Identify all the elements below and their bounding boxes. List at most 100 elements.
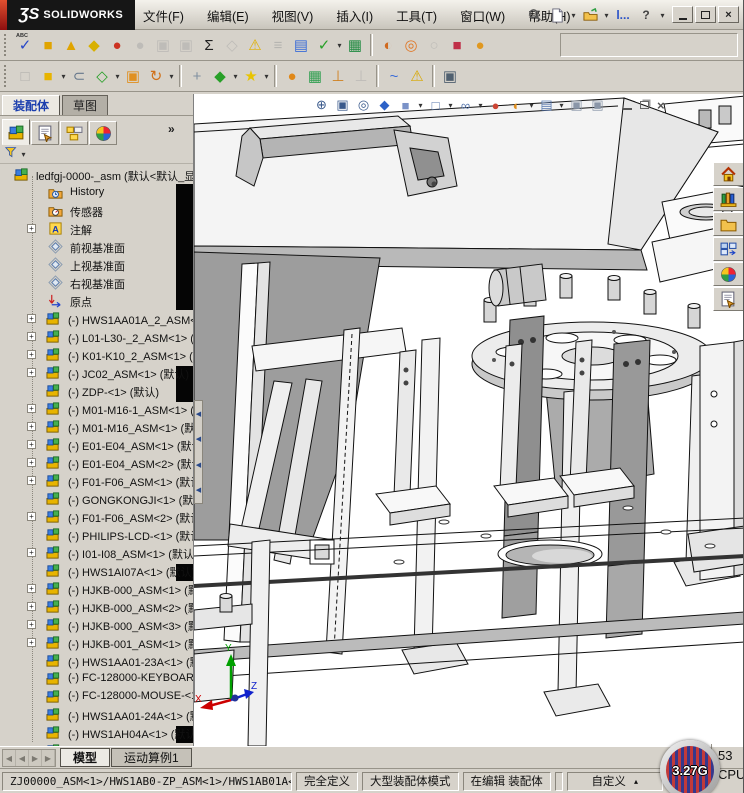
previous-view-icon[interactable]: ◎ bbox=[354, 96, 373, 114]
view-orientation-icon[interactable]: ■ bbox=[396, 96, 415, 114]
tree-item[interactable]: + A 注解 bbox=[0, 220, 193, 238]
mate-icon-dropdown[interactable]: ▾ bbox=[114, 72, 121, 81]
appearances-icon[interactable]: ● bbox=[469, 33, 491, 58]
zoom-to-area-icon[interactable]: ▣ bbox=[333, 96, 352, 114]
menu-view[interactable]: 视图(V) bbox=[269, 4, 317, 27]
tree-item[interactable]: 右视基准面 bbox=[0, 274, 193, 292]
design-check-2-icon[interactable]: ▣ bbox=[175, 33, 197, 58]
view-palette-tab[interactable] bbox=[713, 237, 743, 261]
appearances-scenes-tab[interactable] bbox=[713, 262, 743, 286]
stopwatch-icon[interactable]: ● bbox=[129, 33, 151, 58]
display-style-icon[interactable]: □ bbox=[426, 96, 445, 114]
smart-feature-icon-dropdown[interactable]: ▾ bbox=[263, 72, 270, 81]
tree-item[interactable]: + (-) HWS1AA01A_2_ASM<1> (默认) bbox=[0, 310, 193, 328]
open-part-icon[interactable]: ■ bbox=[37, 64, 59, 89]
tab-model[interactable]: 模型 bbox=[60, 748, 111, 767]
import-diagnostics-icon[interactable]: ▤ bbox=[290, 33, 312, 58]
doc-minimize-button[interactable] bbox=[623, 108, 632, 110]
tree-item[interactable]: 原点 bbox=[0, 292, 193, 310]
doc-restore-button[interactable] bbox=[640, 101, 649, 109]
compare-icon[interactable]: ○ bbox=[423, 33, 445, 58]
menu-edit[interactable]: 编辑(E) bbox=[204, 4, 252, 27]
open-document-icon[interactable] bbox=[580, 5, 600, 25]
deviation-analysis-icon[interactable]: ◇ bbox=[221, 33, 243, 58]
curvature-check-icon[interactable]: ⚠ bbox=[244, 33, 266, 58]
tree-expander[interactable]: + bbox=[27, 638, 36, 647]
tree-expander[interactable]: + bbox=[27, 314, 36, 323]
tree-item[interactable]: + (-) E01-E04_ASM<2> (默认) bbox=[0, 454, 193, 472]
close-button[interactable]: × bbox=[718, 6, 739, 23]
new-document-icon-dropdown[interactable]: ▾ bbox=[570, 11, 577, 20]
filter-icon[interactable] bbox=[4, 146, 18, 164]
tree-expander[interactable]: + bbox=[27, 584, 36, 593]
tree-item[interactable]: (-) GONGKONGJI<1> (默认) bbox=[0, 490, 193, 508]
tree-expander[interactable]: + bbox=[27, 422, 36, 431]
nav-last-button[interactable]: ▶ bbox=[42, 750, 55, 766]
smart-component-icon-dropdown[interactable]: ▾ bbox=[232, 72, 239, 81]
tree-item[interactable]: + (-) HJKB-001_ASM<1> (默认) bbox=[0, 634, 193, 652]
graphics-area[interactable]: Y X Z ⊕ ▣ ◎ ◆ ■ ▾ □ ▾ ∞ ▾ ● ◐ ▾ ▤ ▾ ▣ ▣ × ◀ ◀ ◀ ◀ bbox=[193, 94, 743, 746]
belt-chain-icon[interactable]: ~ bbox=[383, 64, 405, 89]
explode-line-sketch-icon[interactable]: ⊥ bbox=[350, 64, 372, 89]
tree-item[interactable]: + (-) HJKB-000_ASM<2> (默认) bbox=[0, 598, 193, 616]
tab-assembly[interactable]: 装配体 bbox=[2, 95, 61, 115]
measure-icon[interactable]: ■ bbox=[37, 33, 59, 58]
smart-component-icon[interactable]: ◆ bbox=[209, 64, 231, 89]
tree-item[interactable]: + (-) F01-F06_ASM<2> (默认) bbox=[0, 508, 193, 526]
zoom-to-fit-icon[interactable]: ⊕ bbox=[312, 96, 331, 114]
component-preview-icon[interactable]: ▣ bbox=[122, 64, 144, 89]
tree-item[interactable]: + (-) F01-F06_ASM<1> (默认) bbox=[0, 472, 193, 490]
apply-scene-icon[interactable]: ◐ bbox=[507, 96, 526, 114]
spell-check-icon[interactable]: ABC ✓ bbox=[14, 33, 36, 58]
tree-item[interactable]: 上视基准面 bbox=[0, 256, 193, 274]
menu-file[interactable]: 文件(F) bbox=[140, 4, 187, 27]
design-check-icon[interactable]: ▣ bbox=[152, 33, 174, 58]
split-pane-left-icon[interactable]: ▣ bbox=[567, 96, 586, 114]
tree-expander[interactable]: + bbox=[27, 368, 36, 377]
tree-root-item[interactable]: ledfgj-0000-_asm (默认<默认_显示状态-1>) bbox=[0, 166, 193, 184]
view-orientation-icon-dropdown[interactable]: ▾ bbox=[417, 101, 424, 110]
tree-item[interactable]: + (-) E01-E04_ASM<1> (默认) bbox=[0, 436, 193, 454]
custom-dropdown[interactable]: 自定义 ▴ bbox=[566, 771, 663, 791]
open-document-icon-dropdown[interactable]: ▾ bbox=[603, 11, 610, 20]
tree-expander[interactable]: + bbox=[27, 620, 36, 629]
smart-feature-icon[interactable]: ★ bbox=[240, 64, 262, 89]
rotate-component-icon-dropdown[interactable]: ▾ bbox=[168, 72, 175, 81]
mate-icon[interactable]: ◇ bbox=[91, 64, 113, 89]
curvature-icon[interactable]: ◐ bbox=[377, 33, 399, 58]
tree-item[interactable]: (-) HWS1AA01-23A<1> (默认) bbox=[0, 652, 193, 670]
tab-motion-study[interactable]: 运动算例1 bbox=[111, 748, 192, 767]
tree-item[interactable]: + (-) I01-I08_ASM<1> (默认) bbox=[0, 544, 193, 562]
view-settings-icon-dropdown[interactable]: ▾ bbox=[558, 101, 565, 110]
tree-item[interactable]: 传感器 bbox=[0, 202, 193, 220]
display-style-icon-dropdown[interactable]: ▾ bbox=[447, 101, 454, 110]
section-properties-icon[interactable]: ◆ bbox=[83, 33, 105, 58]
menu-tools[interactable]: 工具(T) bbox=[393, 4, 440, 27]
nav-first-button[interactable]: ◀ bbox=[3, 750, 16, 766]
equations-icon[interactable]: Σ bbox=[198, 33, 220, 58]
new-document-icon[interactable] bbox=[547, 5, 567, 25]
help-icon[interactable]: ? bbox=[636, 5, 656, 25]
toolbar-grip[interactable] bbox=[4, 34, 9, 56]
tree-item[interactable]: (-) HWS1AI07A<1> (默认) bbox=[0, 562, 193, 580]
tree-expander[interactable]: + bbox=[27, 458, 36, 467]
displaymanager-tab[interactable] bbox=[89, 121, 117, 145]
check-entity-icon-dropdown[interactable]: ▾ bbox=[336, 41, 343, 50]
tree-item[interactable]: + (-) M01-M16-1_ASM<1> (默认) bbox=[0, 400, 193, 418]
propertymanager-tab[interactable] bbox=[31, 121, 59, 145]
exploded-view-icon[interactable]: ⊥ bbox=[327, 64, 349, 89]
tree-item[interactable]: + (-) K01-K10_2_ASM<1> (默认) bbox=[0, 346, 193, 364]
help-icon-dropdown[interactable]: ▾ bbox=[659, 11, 666, 20]
assembly-features-icon[interactable]: ● bbox=[281, 64, 303, 89]
smart-fasteners-icon[interactable]: ⊂ bbox=[68, 64, 90, 89]
mass-properties-icon[interactable]: ▲ bbox=[60, 33, 82, 58]
tree-item[interactable]: (-) HWS1AH04A<1> (默认) bbox=[0, 724, 193, 742]
align-icon[interactable]: ≡ bbox=[267, 33, 289, 58]
tree-item[interactable]: + (-) L01-L30-_2_ASM<1> (默认) bbox=[0, 328, 193, 346]
move-component-icon[interactable]: + bbox=[186, 64, 208, 89]
menu-insert[interactable]: 插入(I) bbox=[333, 4, 376, 27]
tree-item[interactable]: + (-) M01-M16_ASM<1> (默认) bbox=[0, 418, 193, 436]
tree-expander[interactable]: + bbox=[27, 332, 36, 341]
search-icon[interactable] bbox=[524, 5, 544, 25]
tree-expander[interactable]: + bbox=[27, 476, 36, 485]
